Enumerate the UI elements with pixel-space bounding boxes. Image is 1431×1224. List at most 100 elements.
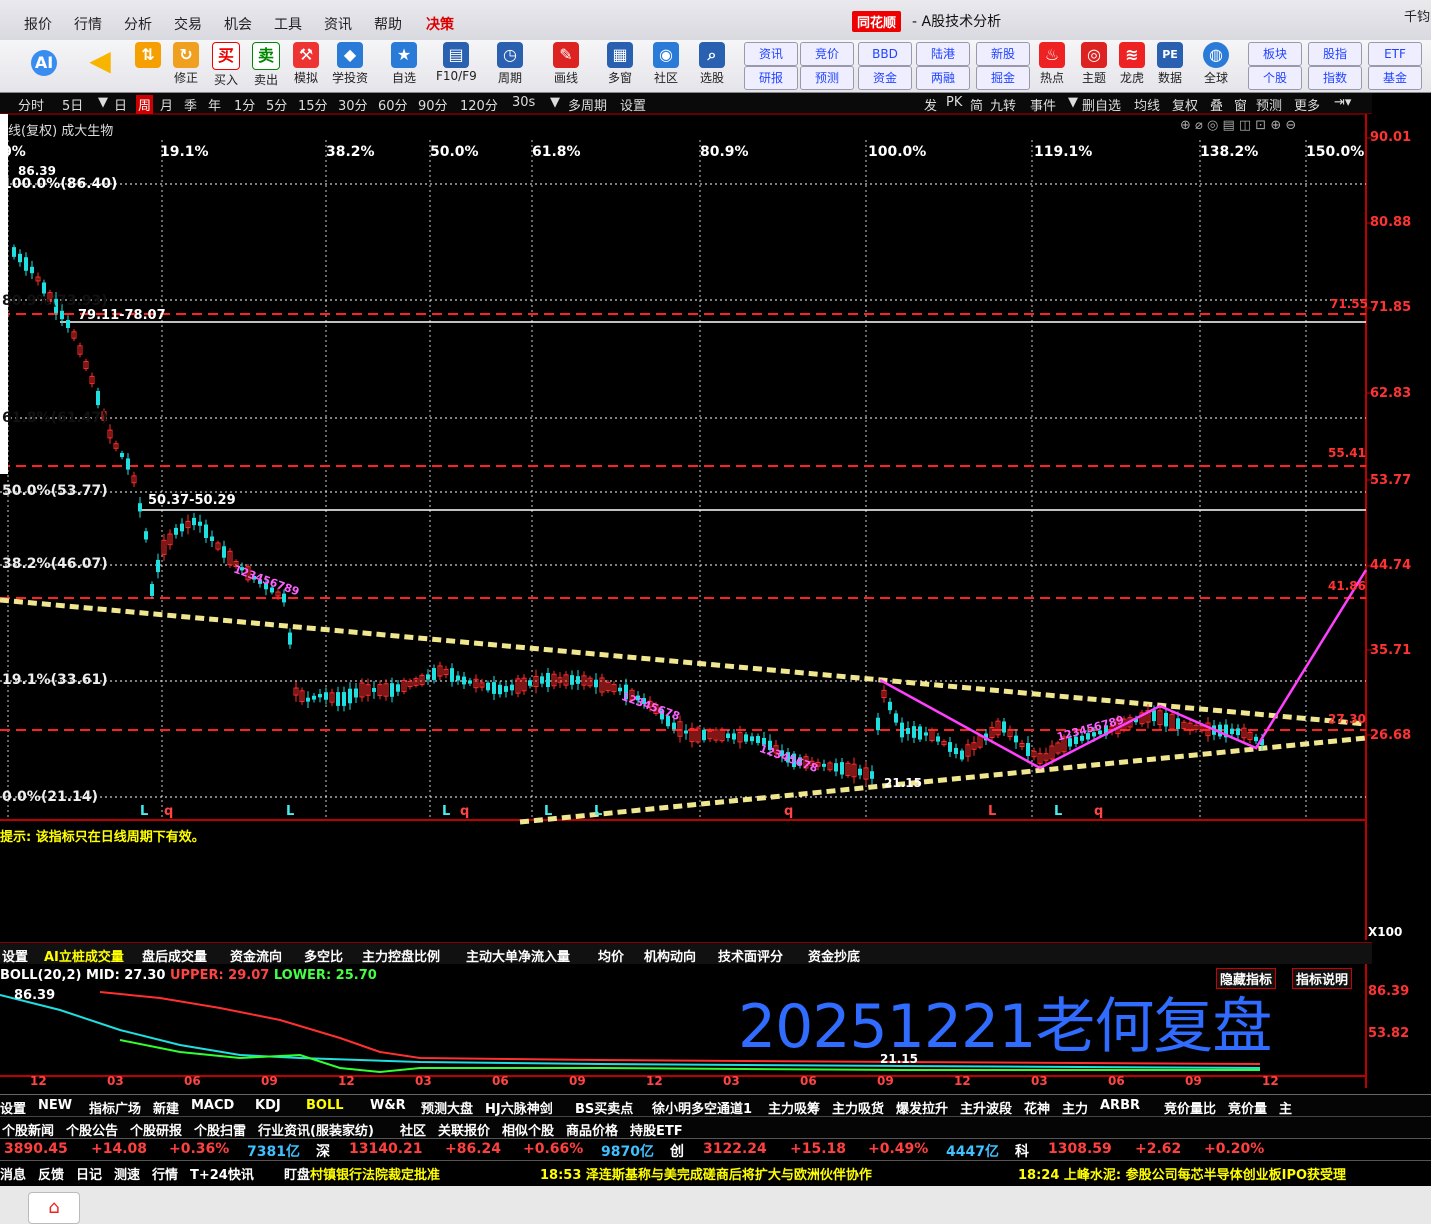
indicator-bar-item[interactable]: W&R <box>370 1098 406 1113</box>
period-60min[interactable]: 60分 <box>378 95 408 114</box>
menu-item[interactable]: 分析 <box>124 14 152 34</box>
etf-button[interactable]: ETF <box>1368 42 1422 66</box>
learn-button[interactable]: ◆ 学投资 <box>330 42 370 90</box>
period-15min[interactable]: 15分 <box>298 95 328 114</box>
hot-button[interactable]: ♨ 热点 <box>1032 42 1072 90</box>
stock-button[interactable]: 个股 <box>1248 66 1302 90</box>
margin-button[interactable]: 两融 <box>916 66 970 90</box>
multiwin-button[interactable]: ▦ 多窗 <box>600 42 640 90</box>
tab-after-hours[interactable]: 盘后成交量 <box>142 946 207 965</box>
link-bar-item[interactable]: 相似个股 <box>502 1120 554 1139</box>
news-bar-button[interactable]: 日记 <box>76 1164 102 1183</box>
hk-connect-button[interactable]: 陆港 <box>916 42 970 66</box>
indicator-bar-item[interactable]: 主力 <box>1062 1098 1088 1117</box>
period-1min[interactable]: 1分 <box>234 95 255 114</box>
news-bar-button[interactable]: 行情 <box>152 1164 178 1183</box>
indicator-bar-item[interactable]: NEW <box>38 1098 72 1113</box>
link-bar-item[interactable]: 商品价格 <box>566 1120 618 1139</box>
period-intraday[interactable]: 分时 <box>18 95 44 114</box>
indicator-bar-item[interactable]: BS买卖点 <box>575 1098 633 1117</box>
period-quarter[interactable]: 季 <box>184 95 197 114</box>
draw-button[interactable]: ✎ 画线 <box>546 42 586 90</box>
indicator-bar-item[interactable]: 主力吸筹 <box>768 1098 820 1117</box>
chart-tools[interactable]: ⊕ ⌀ ◎ ▤ ◫ ⊡ ⊕ ⊖ <box>1180 118 1296 133</box>
community-button[interactable]: ◉ 社区 <box>646 42 686 90</box>
back-button[interactable]: ◀ <box>80 47 120 96</box>
indicator-bar-item[interactable]: 新建 <box>153 1098 179 1117</box>
news-bar-button[interactable]: T+24快讯 <box>190 1164 254 1183</box>
tab-fund-flow[interactable]: 资金流向 <box>230 946 282 965</box>
dig-button[interactable]: 掘金 <box>976 66 1030 90</box>
tab-ai-volume[interactable]: AI立桩成交量 <box>44 946 124 965</box>
tab-big-order[interactable]: 主动大单净流入量 <box>466 946 570 965</box>
news-headline[interactable]: 18:53 泽连斯基称与美完成磋商后将扩大与欧洲伙伴协作 <box>540 1164 872 1183</box>
link-bar-item[interactable]: 持股ETF <box>630 1120 683 1139</box>
menu-item[interactable]: 交易 <box>174 14 202 34</box>
capital-button[interactable]: 资金 <box>858 66 912 90</box>
tab-control-ratio[interactable]: 主力控盘比例 <box>362 946 440 965</box>
index-button[interactable]: 指数 <box>1308 66 1362 90</box>
news-bar-button[interactable]: 盯盘 <box>284 1164 310 1183</box>
tool-remove-watch[interactable]: 删自选 <box>1082 95 1121 114</box>
indicator-bar-item[interactable]: 主升波段 <box>960 1098 1012 1117</box>
indicator-bar-item[interactable]: 爆发拉升 <box>896 1098 948 1117</box>
indicator-bar-item[interactable]: BOLL <box>306 1098 344 1113</box>
bidding-button[interactable]: 竞价 <box>800 42 854 66</box>
research-button[interactable]: 研报 <box>744 66 798 90</box>
tab-tech-score[interactable]: 技术面评分 <box>718 946 783 965</box>
period-90min[interactable]: 90分 <box>418 95 448 114</box>
news-bar-button[interactable]: 反馈 <box>38 1164 64 1183</box>
menu-item-decision[interactable]: 决策 <box>426 14 454 34</box>
link-bar-item[interactable]: 个股扫雷 <box>194 1120 246 1139</box>
indicator-bar-item[interactable]: HJ六脉神剑 <box>485 1098 553 1117</box>
sector-button[interactable]: 板块 <box>1248 42 1302 66</box>
period-30s[interactable]: 30s <box>512 95 535 110</box>
tool-window[interactable]: 窗 <box>1234 95 1247 114</box>
period-30min[interactable]: 30分 <box>338 95 368 114</box>
tool-overlay[interactable]: 叠 <box>1210 95 1223 114</box>
simulate-button[interactable]: ⚒ 模拟 <box>286 42 326 90</box>
indicator-help-button[interactable]: 指标说明 <box>1292 968 1353 989</box>
menu-item[interactable]: 行情 <box>74 14 102 34</box>
theme-button[interactable]: ◎ 主题 <box>1074 42 1114 90</box>
link-bar-item[interactable]: 社区 <box>400 1120 426 1139</box>
dropdown-icon[interactable]: ▼ <box>1068 95 1078 110</box>
tool-ma[interactable]: 均线 <box>1134 95 1160 114</box>
kline-chart[interactable] <box>0 114 1431 940</box>
menu-item[interactable]: 资讯 <box>324 14 352 34</box>
indicator-bar-item[interactable]: 设置 <box>0 1098 26 1117</box>
indicator-bar-item[interactable]: 花神 <box>1024 1098 1050 1117</box>
period-day[interactable]: 日 <box>114 95 127 114</box>
watchlist-button[interactable]: ★ 自选 <box>384 42 424 90</box>
tab-settings[interactable]: 设置 <box>2 946 28 965</box>
menu-item[interactable]: 工具 <box>274 14 302 34</box>
tool-adjust[interactable]: 复权 <box>1172 95 1198 114</box>
indicator-bar-item[interactable]: KDJ <box>255 1098 281 1113</box>
period-week[interactable]: 周 <box>136 95 154 114</box>
period-5day[interactable]: 5日 <box>62 95 83 114</box>
period-5min[interactable]: 5分 <box>266 95 287 114</box>
updown-button[interactable]: ⇅ <box>128 42 168 90</box>
news-button[interactable]: 资讯 <box>744 42 798 66</box>
tool-pk[interactable]: PK <box>946 95 962 110</box>
indicator-bar-item[interactable]: 徐小明多空通道1 <box>652 1098 752 1117</box>
news-headline[interactable]: 18:24 上峰水泥: 参股公司每芯半导体创业板IPO获受理 <box>1018 1164 1346 1183</box>
global-button[interactable]: ◍ 全球 <box>1196 42 1236 90</box>
indicator-bar-item[interactable]: 竞价量 <box>1228 1098 1267 1117</box>
menu-item[interactable]: 机会 <box>224 14 252 34</box>
period-button[interactable]: ◷ 周期 <box>490 42 530 90</box>
news-headline[interactable]: 村镇银行法院裁定批准 <box>310 1164 440 1183</box>
indicator-bar-item[interactable]: MACD <box>191 1098 234 1113</box>
news-bar-button[interactable]: 测速 <box>114 1164 140 1183</box>
index-futures-button[interactable]: 股指 <box>1308 42 1362 66</box>
f10-button[interactable]: ▤ F10/F9 <box>436 42 477 90</box>
link-bar-item[interactable]: 关联报价 <box>438 1120 490 1139</box>
indicator-bar-item[interactable]: 指标广场 <box>89 1098 141 1117</box>
menu-item[interactable]: 报价 <box>24 14 52 34</box>
news-bar-button[interactable]: 消息 <box>0 1164 26 1183</box>
period-120min[interactable]: 120分 <box>460 95 498 114</box>
dropdown-icon[interactable]: ▼ <box>550 95 560 110</box>
period-month[interactable]: 月 <box>160 95 173 114</box>
ai-button[interactable]: AI <box>24 50 64 98</box>
indicator-bar-item[interactable]: 竞价量比 <box>1164 1098 1216 1117</box>
